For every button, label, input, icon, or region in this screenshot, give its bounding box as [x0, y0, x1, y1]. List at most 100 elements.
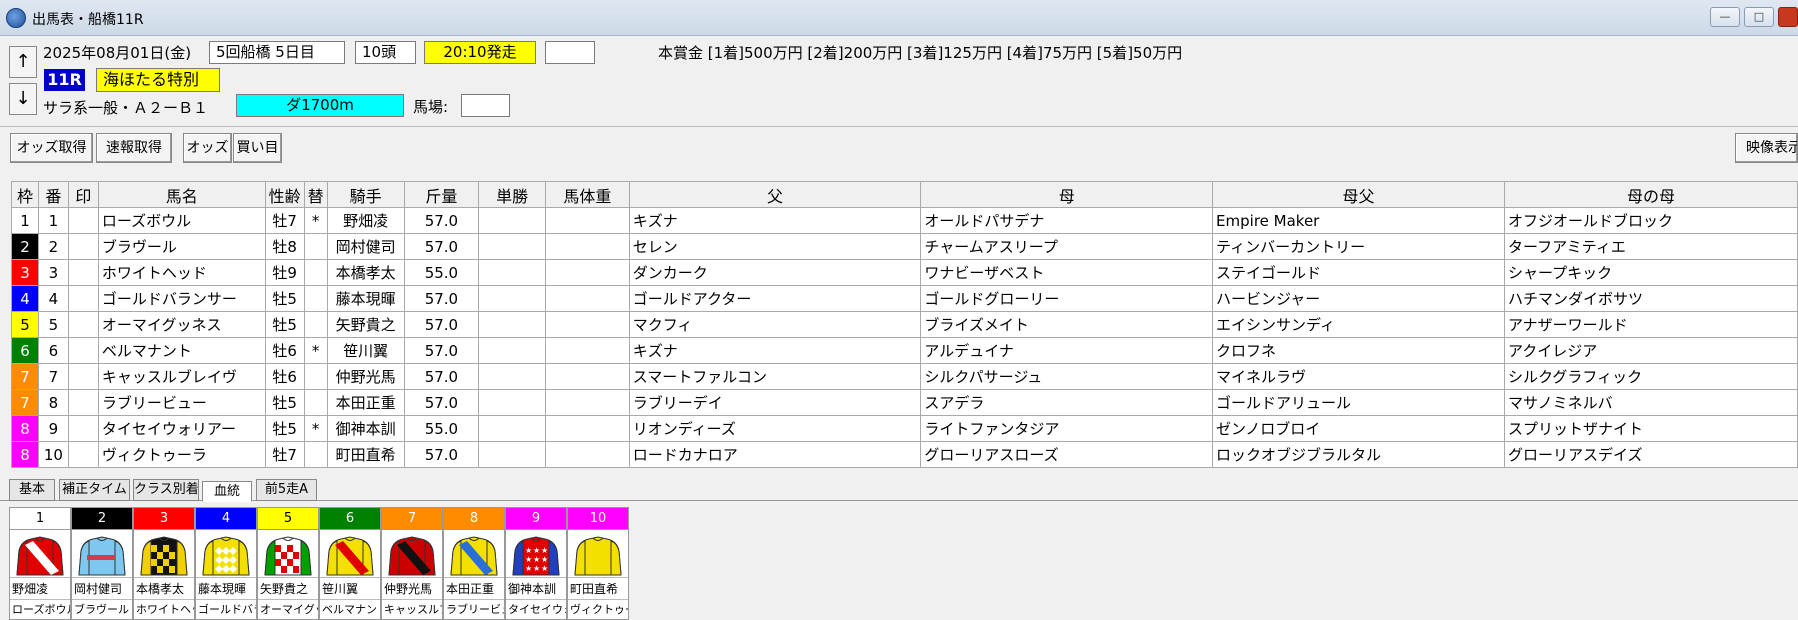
table-row[interactable]: 3 3 ホワイトヘッド 牡9 本橋孝太 55.0 ダンカーク ワナビーザベスト ステイゴールドシ… — [11, 259, 1798, 286]
cell-waku: 8 — [11, 441, 39, 468]
cell-num: 4 — [37, 285, 69, 312]
cell-change: * — [303, 415, 328, 442]
tab-pedigree[interactable]: 血統 — [202, 481, 252, 502]
cell-damdam: アクイレジア — [1503, 337, 1798, 364]
col-header-num[interactable]: 番 — [37, 181, 69, 208]
close-button[interactable] — [1778, 7, 1798, 27]
table-row[interactable]: 7 8 ラブリービュー 牡5 本田正重 57.0 ラブリーデイ スアデラ ゴールドアリュール マサ… — [11, 389, 1798, 416]
cell-waku: 7 — [11, 389, 39, 416]
cell-mark — [67, 389, 99, 416]
cell-num: 9 — [37, 415, 69, 442]
cell-damsire: Empire Maker — [1212, 207, 1505, 234]
cell-bw — [544, 311, 630, 338]
odds-button[interactable]: オッズ — [183, 133, 232, 163]
cell-sexage: 牡5 — [264, 415, 305, 442]
prev-race-button[interactable]: ↑ — [9, 46, 37, 78]
svg-text:★: ★ — [525, 546, 532, 555]
odds-fetch-button[interactable]: オッズ取得 — [10, 133, 93, 163]
cell-weight: 55.0 — [403, 259, 480, 286]
cell-num: 7 — [37, 363, 69, 390]
cell-mark — [67, 207, 99, 234]
cell-jockey: 町田直希 — [326, 441, 405, 468]
cell-dam: オールドパサデナ — [920, 207, 1214, 234]
cell-bw — [544, 337, 630, 364]
cell-bw — [544, 259, 630, 286]
col-header-dam[interactable]: 母 — [920, 181, 1214, 208]
video-display-button[interactable]: 映像表示 — [1735, 133, 1798, 163]
track-condition-field[interactable] — [461, 94, 510, 117]
col-header-win[interactable]: 単勝 — [478, 181, 546, 208]
col-header-sexage[interactable]: 性齢 — [264, 181, 305, 208]
cell-jockey: 御神本訓 — [326, 415, 405, 442]
next-race-button[interactable]: ↓ — [9, 83, 37, 115]
svg-text:★: ★ — [533, 555, 540, 564]
silk-card[interactable]: 8 本田正重ラブリービュー — [443, 507, 505, 620]
cell-jockey: 仲野光馬 — [326, 363, 405, 390]
tab-class-finish[interactable]: クラス別着 — [133, 479, 199, 501]
cell-mark — [67, 337, 99, 364]
cell-sexage: 牡9 — [264, 259, 305, 286]
silk-card[interactable]: 4 藤本現暉ゴールドバランサー — [195, 507, 257, 620]
col-header-bw[interactable]: 馬体重 — [544, 181, 630, 208]
tab-basic[interactable]: 基本 — [9, 479, 55, 501]
cell-win — [478, 389, 546, 416]
table-row[interactable]: 6 6 ベルマナント 牡6 * 笹川翼 57.0 キズナ アルデュイナ クロフネ アクイレジア — [11, 337, 1798, 364]
maximize-button[interactable]: □ — [1744, 7, 1774, 27]
cell-mark — [67, 415, 99, 442]
col-header-damdam[interactable]: 母の母 — [1503, 181, 1798, 208]
cell-mark — [67, 441, 99, 468]
col-header-sire[interactable]: 父 — [628, 181, 922, 208]
col-header-jockey[interactable]: 騎手 — [326, 181, 405, 208]
silk-jockey-name: 町田直希 — [568, 577, 628, 599]
cell-damdam: シャープキック — [1503, 259, 1798, 286]
silk-card[interactable]: 7 仲野光馬キャッスルブレイヴ — [381, 507, 443, 620]
col-header-name[interactable]: 馬名 — [97, 181, 266, 208]
cell-waku: 5 — [11, 311, 39, 338]
table-row[interactable]: 1 1 ローズボウル 牡7 * 野畑凌 57.0 キズナ オールドパサデナ Empire Make… — [11, 207, 1798, 234]
tab-corrected-time[interactable]: 補正タイム — [59, 479, 130, 501]
cell-damdam: マサノミネルバ — [1503, 389, 1798, 416]
silk-card[interactable]: 6 笹川翼ベルマナント — [319, 507, 381, 620]
table-row[interactable]: 5 5 オーマイグッネス 牡5 矢野貴之 57.0 マクフィ ブライズメイト エイシンサンディア… — [11, 311, 1798, 338]
col-header-mark[interactable]: 印 — [67, 181, 99, 208]
cell-dam: シルクパサージュ — [920, 363, 1214, 390]
col-header-change[interactable]: 替 — [303, 181, 328, 208]
tab-last5[interactable]: 前5走A — [256, 479, 317, 501]
silk-card[interactable]: 1 野畑凌ローズボウル — [9, 507, 71, 620]
cell-sexage: 牡5 — [264, 311, 305, 338]
cell-weight: 57.0 — [403, 233, 480, 260]
cell-sexage: 牡5 — [264, 285, 305, 312]
table-row[interactable]: 8 10 ヴィクトゥーラ 牡7 町田直希 57.0 ロードカナロア グローリアスローズ ロックオ… — [11, 441, 1798, 468]
cell-weight: 57.0 — [403, 389, 480, 416]
silk-horse-name: ゴールドバランサー — [196, 599, 256, 619]
col-header-waku[interactable]: 枠 — [11, 181, 39, 208]
table-row[interactable]: 2 2 ブラヴール 牡8 岡村健司 57.0 セレン チャームアスリープ ティンバーカントリータ… — [11, 233, 1798, 260]
jockey-silks-icon — [320, 530, 380, 577]
table-row[interactable]: 8 9 タイセイウォリアー 牡5 * 御神本訓 55.0 リオンディーズ ライトファンタジア ゼン… — [11, 415, 1798, 442]
flash-fetch-button[interactable]: 速報取得 — [96, 133, 172, 163]
silk-horse-name: ホワイトヘッド — [134, 599, 194, 619]
cell-mark — [67, 259, 99, 286]
cell-damsire: ゴールドアリュール — [1212, 389, 1505, 416]
silk-jockey-name: 仲野光馬 — [382, 577, 442, 599]
silk-card[interactable]: 9 ★★★★★★★★★ 御神本訓タイセイウォリアー — [505, 507, 567, 620]
silk-card[interactable]: 10 町田直希ヴィクトゥーラ — [567, 507, 629, 620]
cell-num: 6 — [37, 337, 69, 364]
silk-card[interactable]: 5 矢野貴之オーマイグッネス — [257, 507, 319, 620]
silk-card[interactable]: 2 岡村健司 ブラヴール — [71, 507, 133, 620]
svg-text:★: ★ — [541, 564, 548, 573]
cell-dam: ブライズメイト — [920, 311, 1214, 338]
table-row[interactable]: 7 7 キャッスルブレイヴ 牡6 仲野光馬 57.0 スマートファルコン シルクパサージュ マイ… — [11, 363, 1798, 390]
cell-mark — [67, 233, 99, 260]
meeting-field: 5回船橋 5日目 — [209, 41, 345, 64]
silk-card[interactable]: 3 本橋孝太ホワイトヘッド — [133, 507, 195, 620]
svg-text:★: ★ — [533, 564, 540, 573]
minimize-button[interactable]: — — [1710, 7, 1740, 27]
col-header-damsire[interactable]: 母父 — [1212, 181, 1505, 208]
cell-sire: ロードカナロア — [628, 441, 922, 468]
col-header-weight[interactable]: 斤量 — [403, 181, 480, 208]
silk-jockey-name: 本橋孝太 — [134, 577, 194, 599]
silk-jockey-name: 笹川翼 — [320, 577, 380, 599]
table-row[interactable]: 4 4 ゴールドバランサー 牡5 藤本現暉 57.0 ゴールドアクター ゴールドグローリー ハー… — [11, 285, 1798, 312]
bet-button[interactable]: 買い目 — [233, 133, 282, 163]
